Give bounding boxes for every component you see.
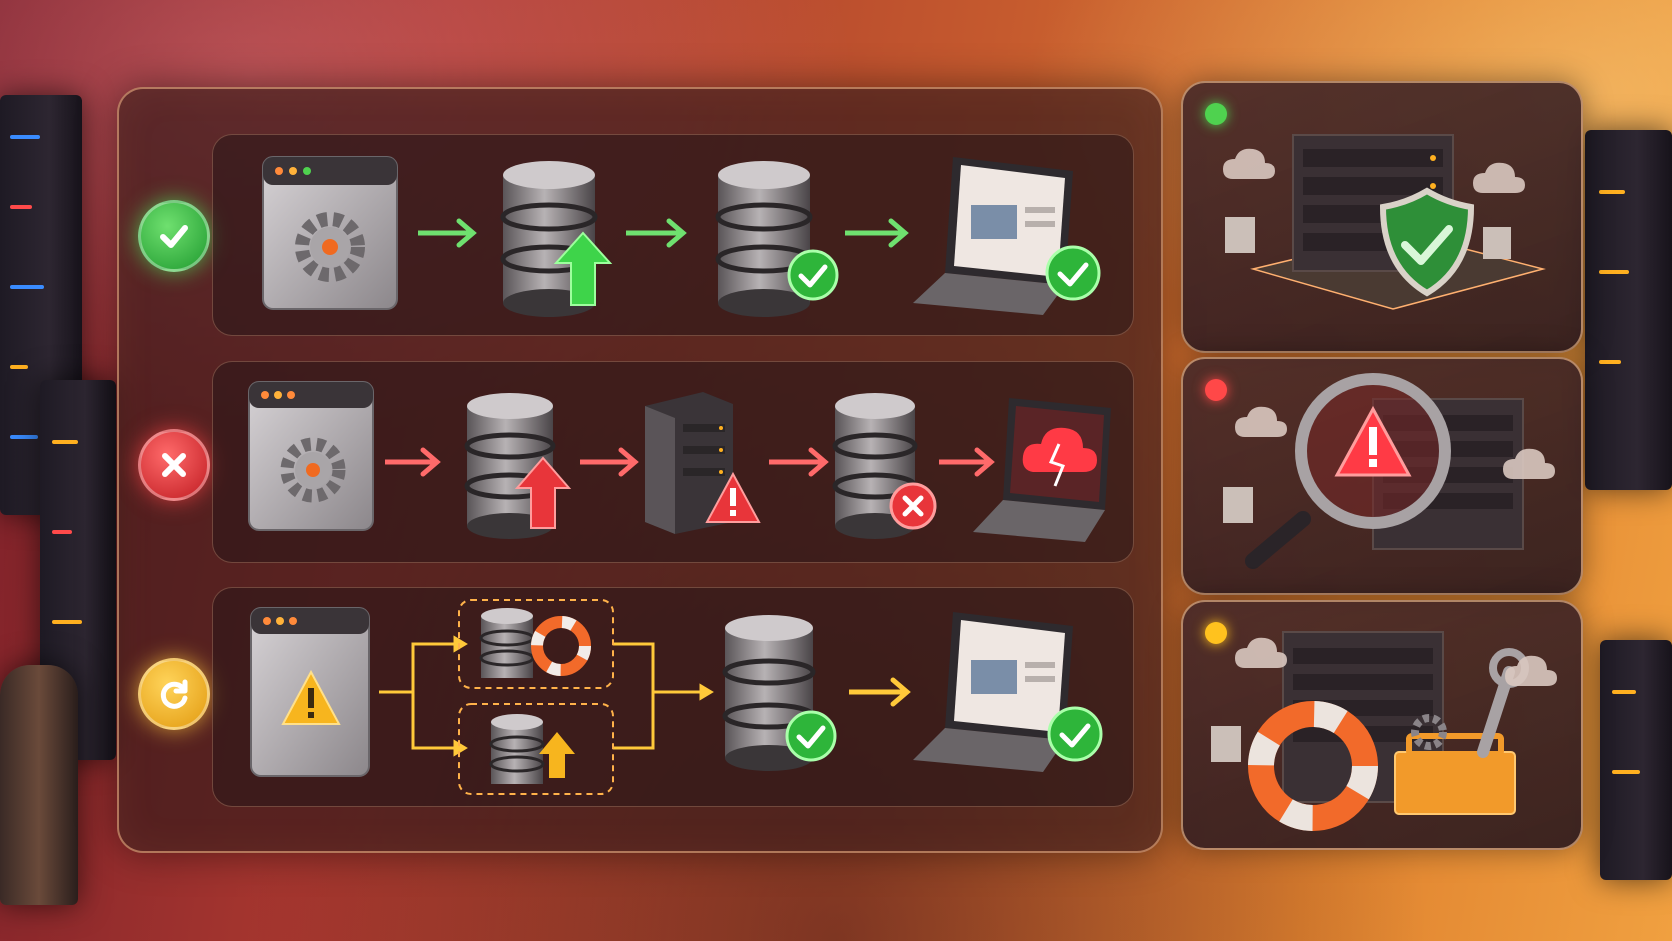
database-verified-icon bbox=[715, 161, 839, 317]
database-error-icon bbox=[832, 393, 937, 539]
settings-window-icon bbox=[248, 381, 374, 531]
server-lifebuoy-toolbox-icon bbox=[1211, 631, 1557, 831]
database-upload-icon bbox=[464, 393, 572, 539]
laptop-broken-cloud-icon bbox=[973, 398, 1111, 542]
status-failure-badge bbox=[138, 429, 210, 501]
x-icon bbox=[162, 453, 186, 477]
recovery-toolkit-card bbox=[1181, 600, 1583, 850]
recovery-flow-row bbox=[212, 587, 1134, 807]
success-flow-row bbox=[212, 134, 1134, 336]
database-verified-icon bbox=[722, 615, 837, 771]
server-magnifier-warning-icon bbox=[1223, 373, 1555, 569]
status-success-badge bbox=[138, 200, 210, 272]
refresh-icon bbox=[160, 679, 188, 709]
server-warning-icon bbox=[645, 392, 761, 534]
failure-flow-row bbox=[212, 361, 1134, 563]
warning-inspection-card bbox=[1181, 357, 1583, 595]
status-recovery-badge bbox=[138, 658, 210, 730]
background-server-rack-right-2 bbox=[1600, 640, 1672, 880]
settings-window-icon bbox=[262, 156, 398, 310]
secure-server-card bbox=[1181, 81, 1583, 353]
database-upload-icon bbox=[500, 161, 613, 317]
database-lifebuoy-icon bbox=[479, 608, 591, 678]
background-database-cylinder bbox=[0, 665, 78, 905]
laptop-success-icon bbox=[913, 612, 1103, 772]
server-shield-icon bbox=[1223, 134, 1546, 310]
database-upload-icon bbox=[489, 714, 575, 784]
check-icon bbox=[160, 225, 188, 248]
laptop-success-icon bbox=[913, 157, 1101, 315]
flow-panel bbox=[117, 87, 1163, 853]
background-server-rack-right bbox=[1585, 130, 1672, 490]
warning-window-icon bbox=[250, 607, 370, 777]
